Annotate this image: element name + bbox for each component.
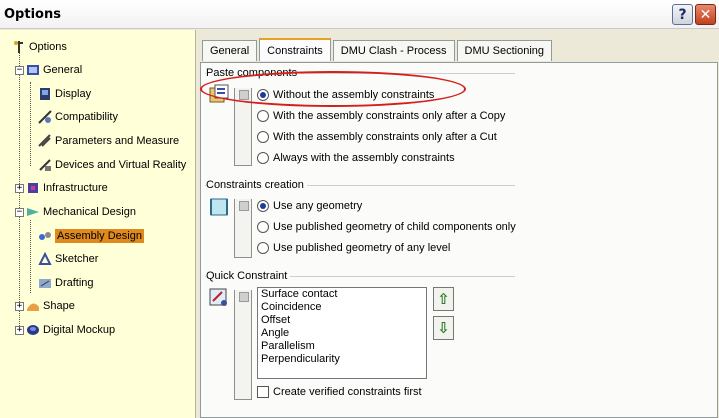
drafting-icon xyxy=(38,276,52,290)
radio-button[interactable] xyxy=(257,221,269,233)
radio-after-copy[interactable]: With the assembly constraints only after… xyxy=(257,108,505,124)
help-button[interactable]: ? xyxy=(672,4,693,25)
radio-child-components[interactable]: Use published geometry of child componen… xyxy=(257,219,516,235)
radio-button[interactable] xyxy=(257,200,269,212)
tree-item-devices[interactable]: Devices and Virtual Reality xyxy=(38,156,186,174)
tree-item-parameters[interactable]: Parameters and Measure xyxy=(38,132,179,150)
expand-general-toggle[interactable]: − xyxy=(15,66,24,75)
radio-button[interactable] xyxy=(257,152,269,164)
verified-constraints-checkbox-row[interactable]: Create verified constraints first xyxy=(257,385,422,399)
parameters-icon xyxy=(38,134,52,148)
tree-connector xyxy=(30,220,31,293)
close-button[interactable]: ✕ xyxy=(695,4,716,25)
verified-constraints-checkbox[interactable] xyxy=(257,386,269,398)
expand-infrastructure-toggle[interactable]: + xyxy=(15,184,24,193)
assembly-design-icon xyxy=(38,229,52,243)
radio-without-constraints[interactable]: Without the assembly constraints xyxy=(257,87,434,103)
quick-constraint-bar xyxy=(234,290,252,400)
digital-mockup-icon xyxy=(26,323,40,337)
tree-item-compatibility[interactable]: Compatibility xyxy=(38,108,118,126)
tree-item-digital-mockup[interactable]: Digital Mockup xyxy=(26,321,115,339)
radio-button[interactable] xyxy=(257,242,269,254)
mechanical-design-icon xyxy=(26,205,40,219)
list-item[interactable]: Angle xyxy=(258,327,426,340)
tab-bar: General Constraints DMU Clash - Process … xyxy=(202,38,554,62)
tree-item-sketcher[interactable]: Sketcher xyxy=(38,250,98,268)
list-item[interactable]: Perpendicularity xyxy=(258,353,426,366)
general-icon xyxy=(26,63,40,77)
options-tree: Options − General Display Compatibility … xyxy=(0,30,196,418)
infrastructure-icon xyxy=(26,181,40,195)
devices-icon xyxy=(38,158,52,172)
quick-constraint-list[interactable]: Surface contact Coincidence Offset Angle… xyxy=(257,287,427,379)
paste-mini-button[interactable] xyxy=(239,90,249,100)
tab-general[interactable]: General xyxy=(202,40,258,61)
radio-button[interactable] xyxy=(257,131,269,143)
title-bar: Options ? ✕ xyxy=(0,0,719,29)
list-item[interactable]: Parallelism xyxy=(258,340,426,353)
quick-constraint-mini-button[interactable] xyxy=(239,292,249,302)
radio-button[interactable] xyxy=(257,89,269,101)
list-item[interactable]: Surface contact xyxy=(258,288,426,301)
expand-digital-mockup-toggle[interactable]: + xyxy=(15,326,24,335)
move-up-button[interactable]: ⇧ xyxy=(433,287,454,311)
tree-item-options[interactable]: Options xyxy=(12,38,67,56)
list-item[interactable]: Offset xyxy=(258,314,426,327)
quick-constraint-title: Quick Constraint xyxy=(206,270,291,282)
expand-shape-toggle[interactable]: + xyxy=(15,302,24,311)
options-icon xyxy=(12,40,26,54)
window-title: Options xyxy=(4,7,61,22)
tree-connector xyxy=(30,82,31,166)
radio-after-cut[interactable]: With the assembly constraints only after… xyxy=(257,129,497,145)
shape-icon xyxy=(26,299,40,313)
tree-item-drafting[interactable]: Drafting xyxy=(38,274,94,292)
radio-button[interactable] xyxy=(257,110,269,122)
constraints-creation-icon xyxy=(208,196,230,218)
paste-icon xyxy=(208,84,230,106)
sketcher-icon xyxy=(38,251,52,266)
tree-item-mechanical-design[interactable]: Mechanical Design xyxy=(26,203,136,221)
tree-item-shape[interactable]: Shape xyxy=(26,297,75,315)
tab-dmu-sectioning[interactable]: DMU Sectioning xyxy=(456,40,553,61)
expand-mechanical-toggle[interactable]: − xyxy=(15,208,24,217)
constraints-creation-title: Constraints creation xyxy=(206,179,307,191)
list-item[interactable]: Coincidence xyxy=(258,301,426,314)
tree-item-infrastructure[interactable]: Infrastructure xyxy=(26,179,108,197)
radio-always-with[interactable]: Always with the assembly constraints xyxy=(257,150,455,166)
tree-item-assembly-design[interactable]: Assembly Design xyxy=(38,227,144,245)
radio-use-any-geometry[interactable]: Use any geometry xyxy=(257,198,362,214)
tab-dmu-clash-process[interactable]: DMU Clash - Process xyxy=(332,40,455,61)
tree-item-display[interactable]: Display xyxy=(38,85,91,103)
compatibility-icon xyxy=(38,110,52,124)
quick-constraint-icon xyxy=(208,287,230,309)
move-down-button[interactable]: ⇩ xyxy=(433,316,454,340)
radio-any-level[interactable]: Use published geometry of any level xyxy=(257,240,450,256)
paste-components-title: Paste components xyxy=(206,67,301,79)
display-icon xyxy=(38,87,52,101)
tree-item-general[interactable]: General xyxy=(26,61,82,79)
tab-constraints[interactable]: Constraints xyxy=(259,38,331,61)
constraints-mini-button[interactable] xyxy=(239,201,249,211)
